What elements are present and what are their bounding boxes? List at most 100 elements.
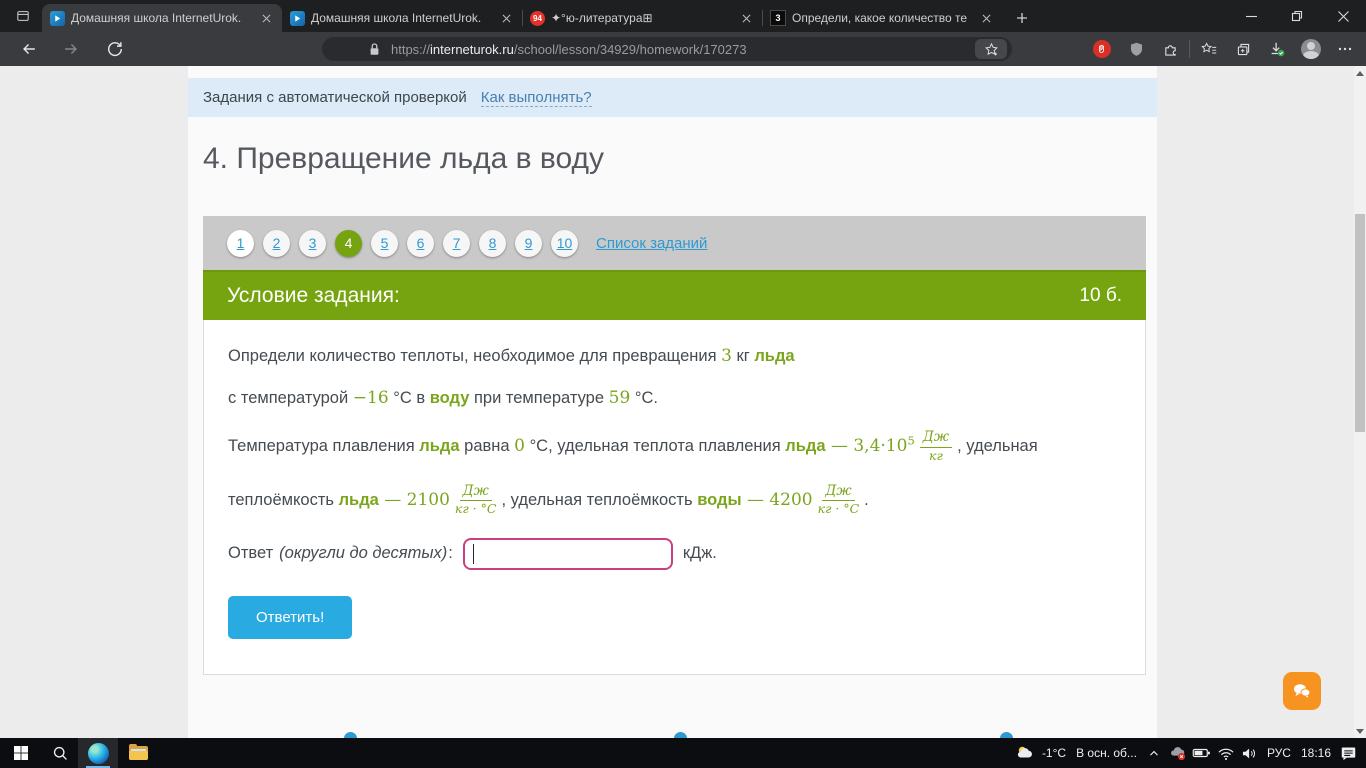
problem-segment-term: льда (785, 436, 826, 455)
browser-tab-2[interactable]: Домашняя школа InternetUrok. (282, 4, 522, 32)
task-block: 1 2 3 4 5 6 7 8 9 10 Список заданий Условие задан… (203, 216, 1146, 675)
task-list-link[interactable]: Список заданий (596, 235, 707, 252)
toolbar-divider (1189, 40, 1190, 58)
problem-segment-math: 3 (721, 346, 732, 366)
volume-icon[interactable] (1238, 738, 1262, 768)
screen: Домашняя школа InternetUrok. Домашняя шк… (0, 0, 1366, 768)
collections-icon[interactable] (1226, 35, 1260, 63)
url-text: https://interneturok.ru/school/lesson/34… (391, 41, 747, 57)
tray-chevron-icon[interactable] (1142, 738, 1166, 768)
problem-text: Определи количество теплоты, необходимое… (228, 346, 1121, 517)
taskbar-explorer-icon[interactable] (118, 738, 158, 768)
pagination-item-6[interactable]: 6 (407, 229, 434, 257)
problem-segment-math: 0 (514, 435, 525, 456)
browser-tab-1[interactable]: Домашняя школа InternetUrok. (42, 4, 282, 32)
onedrive-error-icon[interactable] (1166, 738, 1190, 768)
problem-segment-text: . (864, 490, 869, 509)
scroll-down-arrow[interactable] (1354, 724, 1366, 738)
task-condition-header: Условие задания: 10 б. (203, 270, 1146, 320)
chat-widget-button[interactable] (1283, 672, 1321, 710)
problem-segment-term: воды (697, 490, 742, 509)
problem-segment-text: теплоёмкость (228, 490, 339, 509)
tab-title: Определи, какое количество те (792, 11, 968, 25)
browser-tab-4[interactable]: 3 Определи, какое количество те (762, 4, 1002, 32)
tab-actions-icon[interactable] (8, 3, 38, 29)
language-indicator[interactable]: РУС (1267, 746, 1291, 760)
interneturok-favicon (290, 10, 305, 26)
browser-tab-3[interactable]: 94 ✦°ю-литература⊞ (522, 4, 762, 32)
problem-segment-text: °C в (388, 389, 430, 407)
start-button[interactable] (0, 738, 42, 768)
taskbar-search-icon[interactable] (42, 738, 78, 768)
window-controls (1228, 0, 1366, 32)
task-body: Определи количество теплоты, необходимое… (203, 320, 1146, 675)
scroll-up-arrow[interactable] (1354, 66, 1366, 80)
action-center-icon[interactable] (1336, 738, 1360, 768)
pagination-item-4[interactable]: 4 (335, 229, 362, 257)
windows-taskbar: -1°C В осн. об... РУС 18:16 (0, 738, 1366, 768)
refresh-button[interactable] (102, 37, 128, 61)
problem-segment-text: , удельная теплоёмкость (501, 490, 698, 509)
answer-input[interactable] (462, 537, 673, 570)
extensions-puzzle-icon[interactable] (1153, 35, 1187, 63)
tray-temperature[interactable]: -1°C (1042, 746, 1066, 760)
pagination-item-7[interactable]: 7 (443, 229, 470, 257)
tab-close-icon[interactable] (498, 10, 514, 26)
pagination-item-5[interactable]: 5 (371, 229, 398, 257)
how-to-link[interactable]: Как выполнять? (480, 89, 592, 107)
tray-weather-label[interactable]: В осн. об... (1076, 746, 1137, 760)
back-button[interactable] (16, 37, 42, 61)
downloads-icon[interactable] (1260, 35, 1294, 63)
scrollbar-thumb[interactable] (1355, 214, 1365, 432)
problem-segment-text: Температура плавления (228, 436, 420, 455)
pagination-bar: 1 2 3 4 5 6 7 8 9 10 Список заданий (203, 216, 1146, 270)
pagination-item-10[interactable]: 10 (551, 229, 578, 257)
problem-segment-text: , удельная (957, 436, 1038, 455)
browser-tab-bar: Домашняя школа InternetUrok. Домашняя шк… (0, 0, 1366, 32)
problem-segment-text: с температурой (228, 389, 353, 407)
problem-paragraph: с температурой −16 °C в воду при темпера… (228, 388, 1121, 409)
pagination: 1 2 3 4 5 6 7 8 9 10 (227, 229, 578, 257)
pagination-item-9[interactable]: 9 (515, 229, 542, 257)
tab-close-icon[interactable] (978, 10, 994, 26)
add-favorite-button[interactable] (975, 39, 1007, 59)
battery-icon[interactable] (1190, 738, 1214, 768)
fraction: Дж кг · °C (817, 482, 860, 517)
adblock-icon[interactable] (1085, 35, 1119, 63)
close-button[interactable] (1320, 0, 1366, 32)
favorites-bar-icon[interactable] (1192, 35, 1226, 63)
browser-menu-icon[interactable] (1328, 35, 1362, 63)
minimize-button[interactable] (1228, 0, 1274, 32)
profile-avatar[interactable] (1294, 35, 1328, 63)
vertical-scrollbar[interactable] (1354, 66, 1366, 738)
restore-button[interactable] (1274, 0, 1320, 32)
pagination-item-2[interactable]: 2 (263, 229, 290, 257)
problem-paragraph: Температура плавления льда равна 0 °C, у… (228, 429, 1121, 463)
clock[interactable]: 18:16 (1301, 746, 1331, 760)
toolbar-extensions (1085, 35, 1362, 63)
shield-icon[interactable] (1119, 35, 1153, 63)
text-caret (472, 543, 474, 564)
problem-segment-text: кг (731, 347, 755, 365)
badge-94-favicon: 94 (530, 10, 545, 26)
pagination-item-1[interactable]: 1 (227, 229, 254, 257)
submit-button[interactable]: Ответить! (228, 595, 353, 639)
points-badge: 10 б. (1079, 285, 1122, 306)
pagination-item-8[interactable]: 8 (479, 229, 506, 257)
problem-paragraph: теплоёмкость льда — 2100 Дж кг · °C, удель… (228, 482, 1121, 517)
address-bar[interactable]: https://interneturok.ru/school/lesson/34… (322, 37, 1012, 61)
taskbar-edge-icon[interactable] (78, 738, 118, 768)
condition-label: Условие задания: (227, 284, 400, 307)
wifi-icon[interactable] (1214, 738, 1238, 768)
pagination-item-3[interactable]: 3 (299, 229, 326, 257)
answer-label: Ответ (228, 544, 274, 563)
interneturok-favicon (50, 10, 65, 26)
new-tab-button[interactable] (1008, 4, 1036, 32)
forward-button[interactable] (58, 37, 84, 61)
tab-close-icon[interactable] (738, 10, 754, 26)
weather-icon[interactable] (1013, 738, 1037, 768)
tab-close-icon[interactable] (258, 10, 274, 26)
problem-segment-text: °C. (630, 389, 658, 407)
browser-toolbar: https://interneturok.ru/school/lesson/34… (0, 32, 1366, 66)
system-tray: -1°C В осн. об... РУС 18:16 (1013, 738, 1366, 768)
